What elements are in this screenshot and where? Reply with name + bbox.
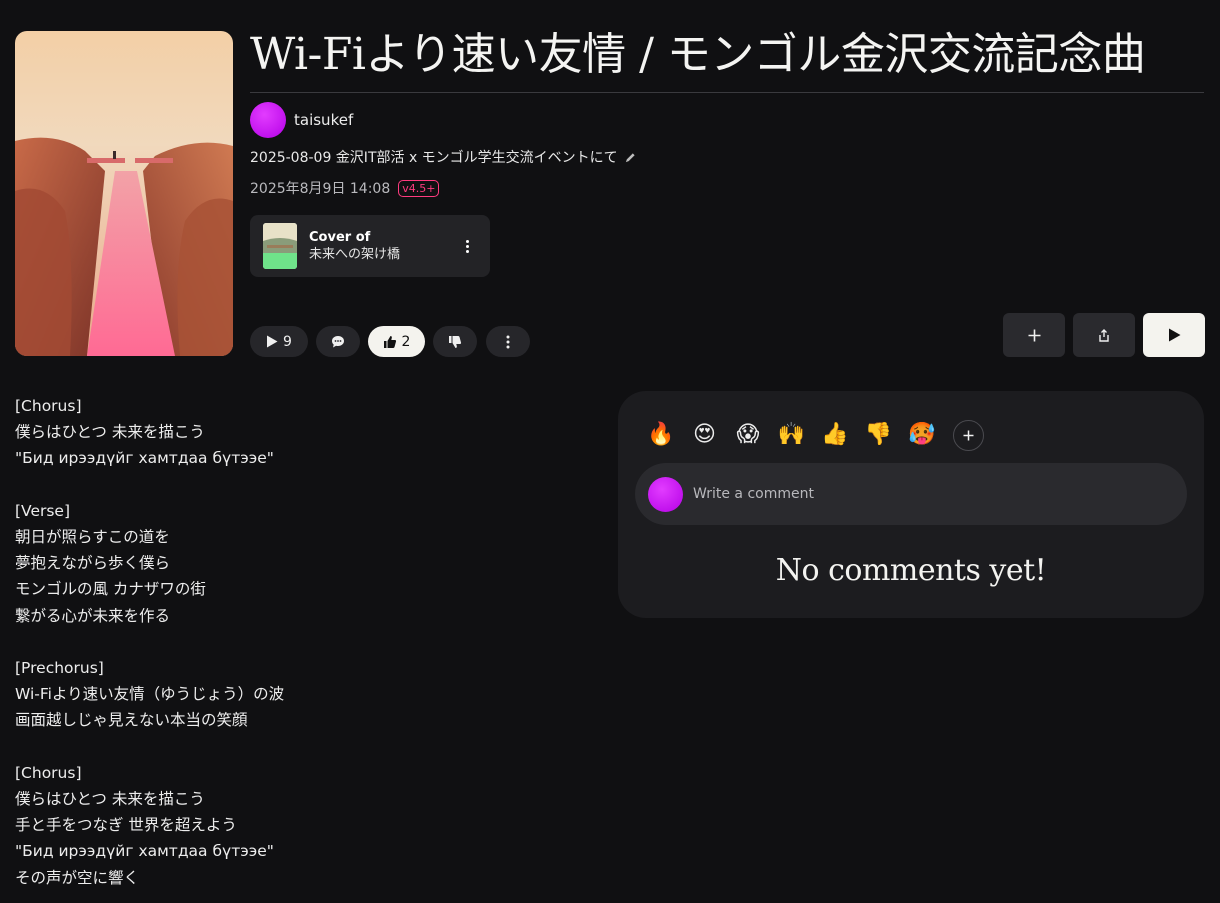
- play-count: 9: [283, 333, 292, 350]
- comment-button[interactable]: [316, 326, 360, 357]
- reaction-fire[interactable]: 🔥: [646, 419, 676, 451]
- reaction-bar: 🔥 😍 😱 🙌 👍 👎 🥵: [646, 419, 984, 451]
- play-icon: [1168, 328, 1180, 342]
- like-count: 2: [401, 333, 411, 350]
- artist-avatar[interactable]: [250, 102, 286, 138]
- comment-composer[interactable]: [635, 463, 1187, 525]
- cover-of-label: Cover of: [309, 229, 371, 245]
- model-version-badge: v4.5+: [398, 179, 440, 197]
- lyrics-text: [Chorus] 僕らはひとつ 未来を描こう "Бид ирээдүйг хам…: [15, 397, 285, 887]
- empty-comments-message: No comments yet!: [775, 553, 1047, 588]
- reaction-hot-face[interactable]: 🥵: [907, 419, 937, 451]
- reaction-thumbs-down[interactable]: 👎: [864, 419, 894, 451]
- reaction-scream[interactable]: 😱: [733, 419, 763, 451]
- more-vertical-icon: [506, 335, 510, 348]
- description-text: 2025-08-09 金沢IT部活 x モンゴル学生交流イベントにて: [250, 150, 618, 166]
- artist-name[interactable]: taisukef: [294, 111, 353, 129]
- add-reaction-button[interactable]: [952, 419, 984, 451]
- reaction-thumbs-up[interactable]: 👍: [820, 419, 850, 451]
- thumbs-down-icon: [449, 335, 462, 348]
- cover-of-song-title[interactable]: 未来への架け橋: [309, 246, 400, 264]
- pencil-icon[interactable]: [625, 152, 636, 163]
- play-icon: [267, 335, 278, 348]
- add-to-playlist-button[interactable]: [1003, 313, 1065, 357]
- more-options-button[interactable]: [486, 326, 530, 357]
- comment-bubble-icon: [332, 335, 344, 347]
- plus-icon: [1028, 329, 1040, 341]
- title-divider: [250, 92, 1204, 93]
- thumbs-up-icon: [383, 335, 396, 348]
- comments-panel: 🔥 😍 😱 🙌 👍 👎 🥵 No comments yet!: [618, 391, 1204, 618]
- cover-of-card[interactable]: Cover of 未来への架け橋: [250, 215, 490, 277]
- reaction-heart-eyes[interactable]: 😍: [690, 419, 720, 451]
- user-avatar: [648, 476, 683, 512]
- song-header: Wi-Fiより速い友情 / モンゴル金沢交流記念曲: [250, 26, 1204, 93]
- comment-input[interactable]: [693, 486, 1173, 502]
- share-icon: [1099, 328, 1109, 342]
- play-count-button[interactable]: 9: [250, 326, 308, 357]
- created-datetime: 2025年8月9日 14:08: [250, 181, 391, 197]
- cover-of-thumbnail: [263, 223, 297, 269]
- cover-of-more-icon[interactable]: [462, 237, 472, 255]
- like-button[interactable]: 2: [368, 326, 425, 357]
- song-title: Wi-Fiより速い友情 / モンゴル金沢交流記念曲: [250, 29, 1146, 80]
- artist-link[interactable]: taisukef: [250, 102, 353, 138]
- song-meta: 2025年8月9日 14:08 v4.5+: [250, 178, 440, 198]
- plus-icon: [963, 430, 973, 440]
- reaction-raised-hands[interactable]: 🙌: [777, 419, 807, 451]
- song-description: 2025-08-09 金沢IT部活 x モンゴル学生交流イベントにて: [250, 147, 636, 167]
- play-button[interactable]: [1143, 313, 1205, 357]
- share-button[interactable]: [1073, 313, 1135, 357]
- cover-art-image[interactable]: [15, 31, 233, 356]
- dislike-button[interactable]: [433, 326, 477, 357]
